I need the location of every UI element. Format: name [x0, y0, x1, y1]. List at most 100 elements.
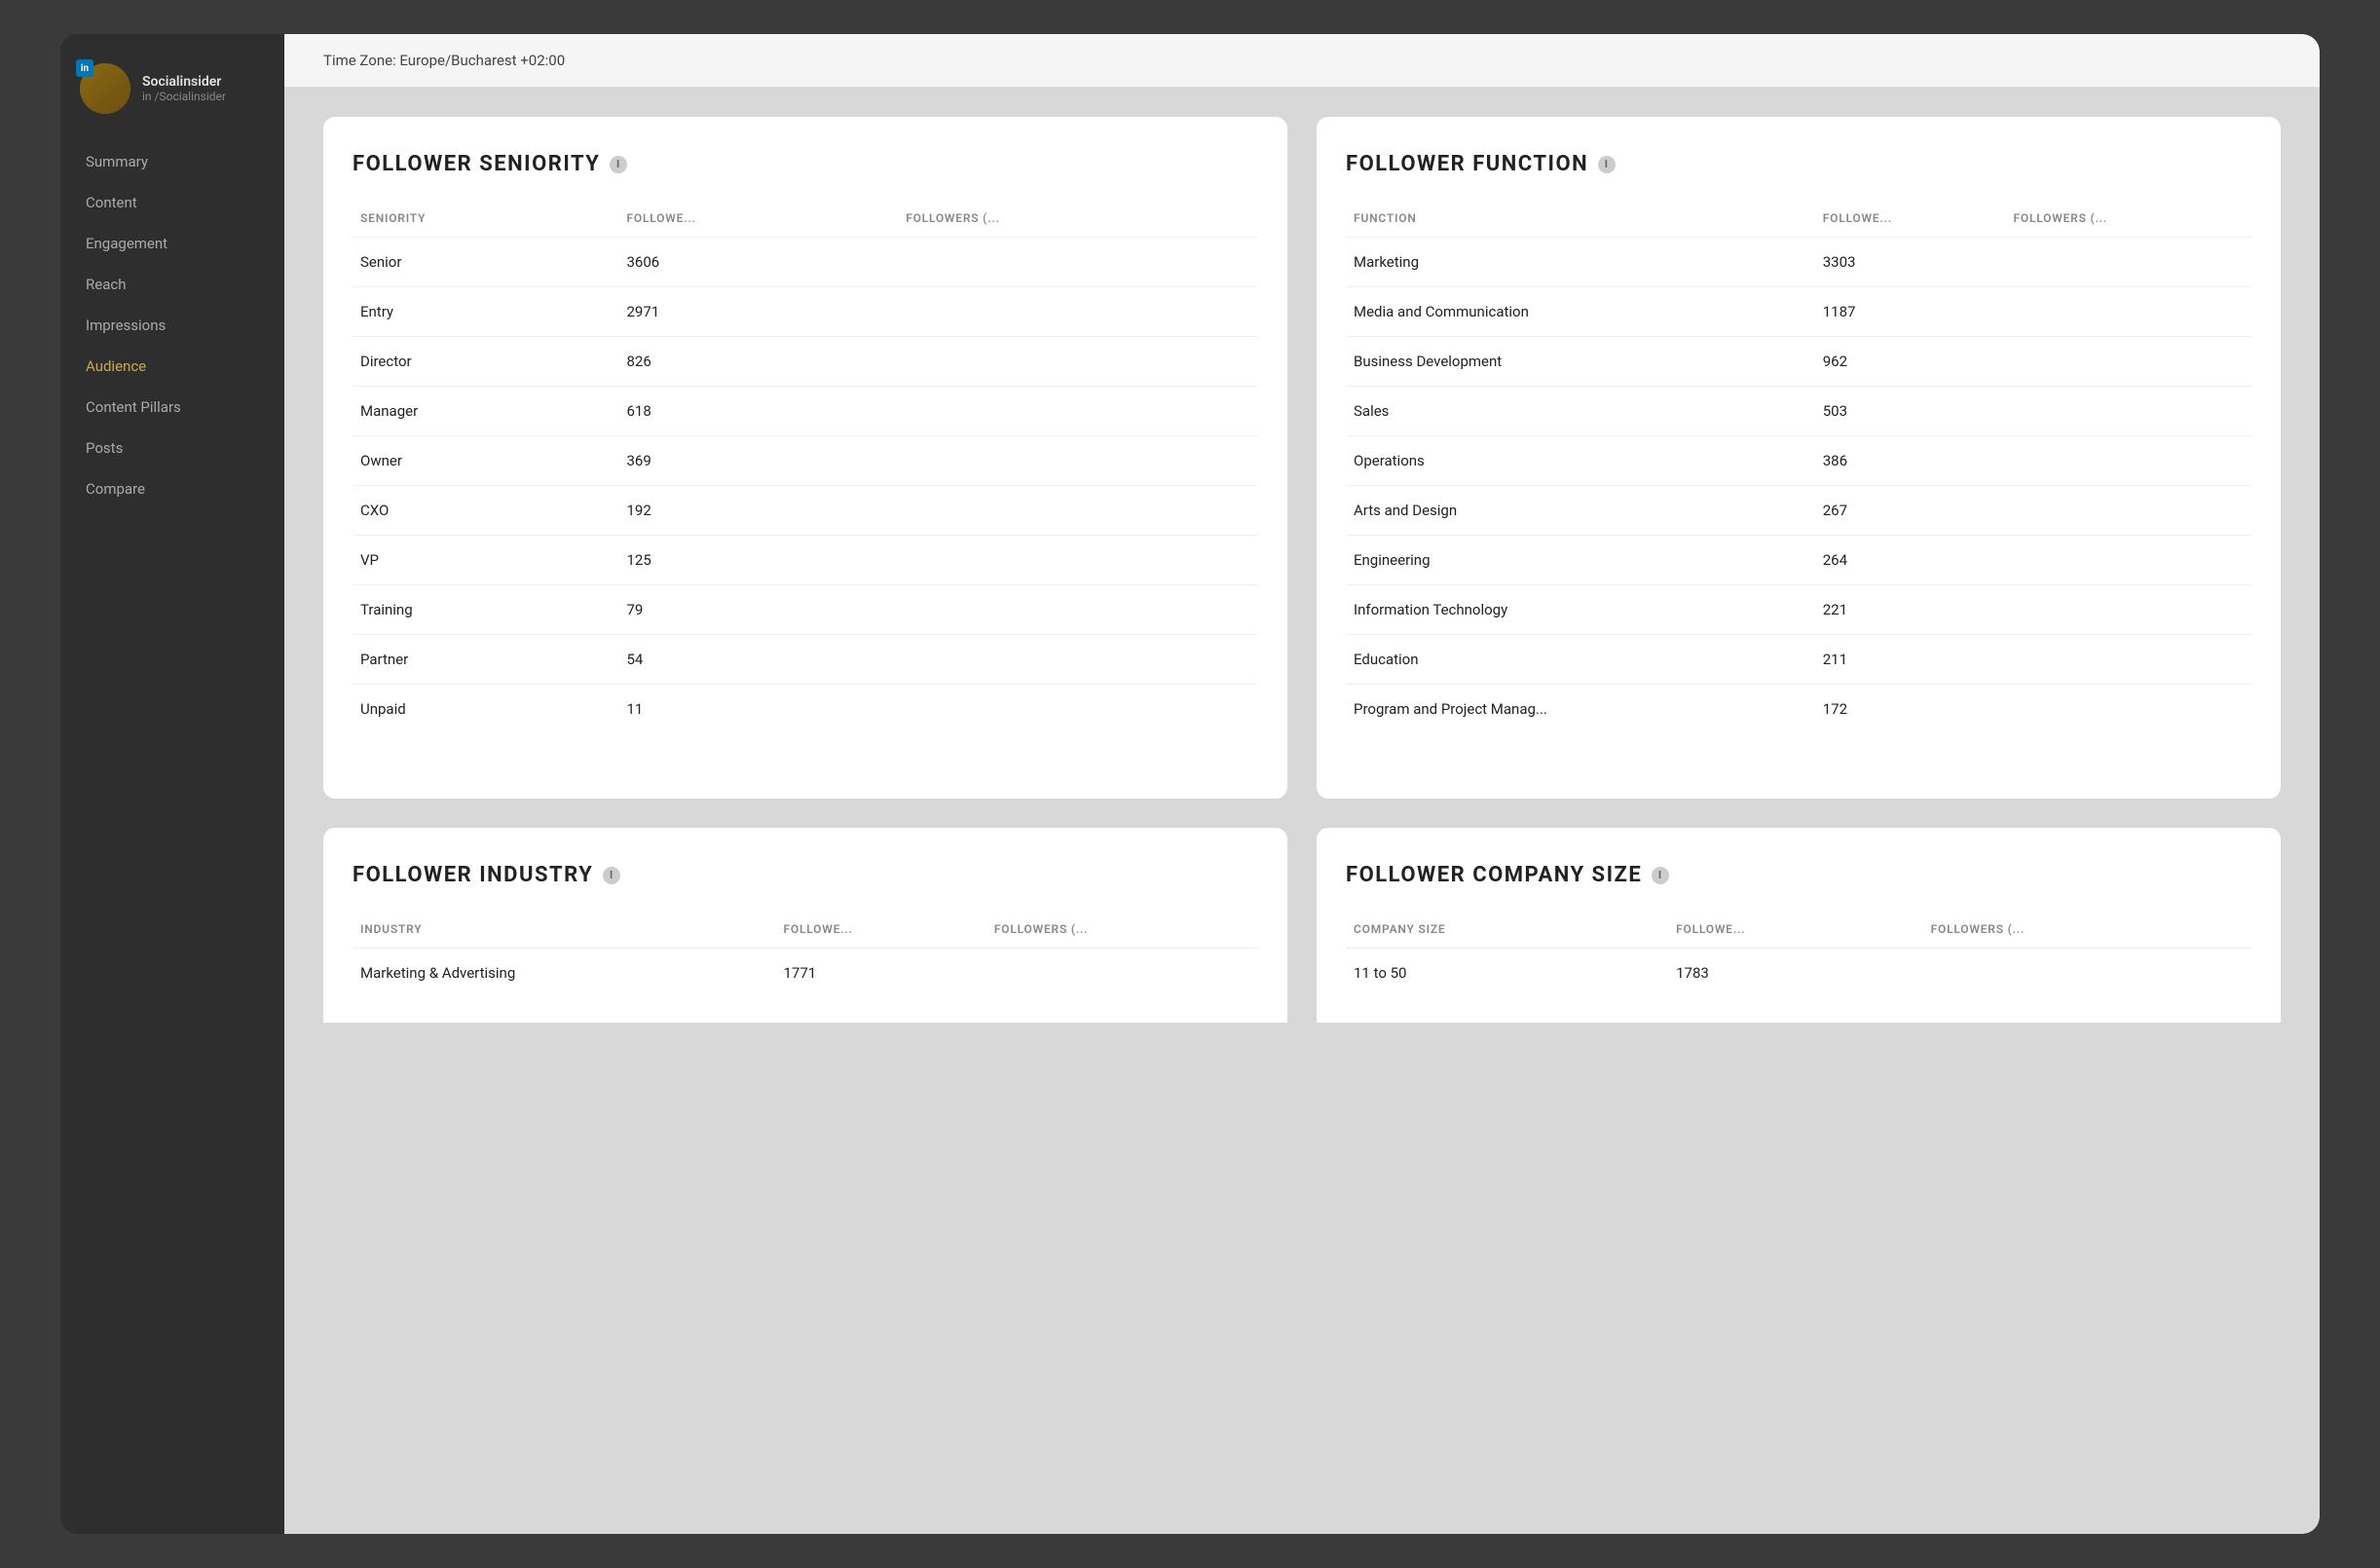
- function-label: Sales: [1346, 387, 1815, 436]
- follower-company-size-card: FOLLOWER COMPANY SIZE i COMPANY SIZE FOL…: [1317, 828, 2281, 1023]
- seniority-col-header: SENIORITY: [353, 204, 619, 238]
- function-count: 211: [1815, 635, 2006, 685]
- avatar-wrapper: in: [80, 63, 130, 114]
- company-size-followers-header: FOLLOWE...: [1668, 915, 1923, 949]
- follower-seniority-title: FOLLOWER SENIORITY i: [353, 152, 1258, 176]
- linkedin-badge: in: [76, 59, 93, 77]
- seniority-label: Unpaid: [353, 685, 619, 734]
- function-label: Arts and Design: [1346, 486, 1815, 536]
- timezone-label: Time Zone: Europe/Bucharest +02:00: [323, 52, 565, 69]
- function-info-icon[interactable]: i: [1598, 156, 1616, 173]
- table-row: Senior 3606: [353, 238, 1258, 287]
- company-size-pct-header: FOLLOWERS (...: [1923, 915, 2251, 949]
- function-pct: [2006, 238, 2252, 287]
- industry-pct-header: FOLLOWERS (...: [986, 915, 1258, 949]
- seniority-pct-header: FOLLOWERS (...: [898, 204, 1258, 238]
- seniority-pct: [898, 635, 1258, 685]
- industry-table: INDUSTRY FOLLOWE... FOLLOWERS (... Marke…: [353, 915, 1258, 997]
- function-pct: [2006, 287, 2252, 337]
- table-row: Business Development 962: [1346, 337, 2251, 387]
- table-row: Program and Project Manag... 172: [1346, 685, 2251, 734]
- table-row: Manager 618: [353, 387, 1258, 436]
- seniority-pct: [898, 436, 1258, 486]
- function-label: Education: [1346, 635, 1815, 685]
- content-area: FOLLOWER SENIORITY i SENIORITY FOLLOWE..…: [284, 88, 2320, 1534]
- seniority-pct: [898, 238, 1258, 287]
- seniority-pct: [898, 685, 1258, 734]
- table-row: Entry 2971: [353, 287, 1258, 337]
- company-size-label: 11 to 50: [1346, 949, 1668, 998]
- seniority-label: Director: [353, 337, 619, 387]
- industry-label: Marketing & Advertising: [353, 949, 776, 998]
- profile-section: in Socialinsider in /Socialinsider: [60, 63, 284, 143]
- function-pct: [2006, 635, 2252, 685]
- function-label: Marketing: [1346, 238, 1815, 287]
- company-size-info-icon[interactable]: i: [1652, 867, 1669, 884]
- function-count: 221: [1815, 585, 2006, 635]
- follower-seniority-card: FOLLOWER SENIORITY i SENIORITY FOLLOWE..…: [323, 117, 1287, 799]
- function-pct: [2006, 585, 2252, 635]
- table-row: Training 79: [353, 585, 1258, 635]
- industry-count: 1771: [776, 949, 986, 998]
- follower-industry-card: FOLLOWER INDUSTRY i INDUSTRY FOLLOWE... …: [323, 828, 1287, 1023]
- seniority-count: 125: [619, 536, 899, 585]
- table-row: Arts and Design 267: [1346, 486, 2251, 536]
- app-container: in Socialinsider in /Socialinsider Summa…: [60, 34, 2320, 1534]
- function-count: 3303: [1815, 238, 2006, 287]
- sidebar-item-content[interactable]: Content: [70, 184, 275, 221]
- sidebar-item-content-pillars[interactable]: Content Pillars: [70, 389, 275, 426]
- function-count: 386: [1815, 436, 2006, 486]
- timezone-bar: Time Zone: Europe/Bucharest +02:00: [284, 34, 2320, 88]
- function-count: 503: [1815, 387, 2006, 436]
- function-label: Business Development: [1346, 337, 1815, 387]
- sidebar-item-reach[interactable]: Reach: [70, 266, 275, 303]
- main-content: Time Zone: Europe/Bucharest +02:00 FOLLO…: [284, 34, 2320, 1534]
- follower-company-size-title: FOLLOWER COMPANY SIZE i: [1346, 863, 2251, 887]
- seniority-followers-header: FOLLOWE...: [619, 204, 899, 238]
- seniority-count: 3606: [619, 238, 899, 287]
- table-row: Operations 386: [1346, 436, 2251, 486]
- seniority-pct: [898, 585, 1258, 635]
- function-pct: [2006, 436, 2252, 486]
- table-row: Director 826: [353, 337, 1258, 387]
- sidebar-item-impressions[interactable]: Impressions: [70, 307, 275, 344]
- function-pct: [2006, 387, 2252, 436]
- sidebar: in Socialinsider in /Socialinsider Summa…: [60, 34, 284, 1534]
- seniority-count: 369: [619, 436, 899, 486]
- sidebar-nav: Summary Content Engagement Reach Impress…: [60, 143, 284, 507]
- seniority-count: 618: [619, 387, 899, 436]
- function-label: Media and Communication: [1346, 287, 1815, 337]
- function-label: Information Technology: [1346, 585, 1815, 635]
- seniority-label: Partner: [353, 635, 619, 685]
- sidebar-item-posts[interactable]: Posts: [70, 429, 275, 467]
- function-count: 267: [1815, 486, 2006, 536]
- seniority-count: 826: [619, 337, 899, 387]
- seniority-table: SENIORITY FOLLOWE... FOLLOWERS (... Seni…: [353, 204, 1258, 733]
- company-size-count: 1783: [1668, 949, 1923, 998]
- seniority-count: 54: [619, 635, 899, 685]
- industry-info-icon[interactable]: i: [603, 867, 620, 884]
- function-count: 962: [1815, 337, 2006, 387]
- table-row: Media and Communication 1187: [1346, 287, 2251, 337]
- seniority-label: Training: [353, 585, 619, 635]
- industry-col-header: INDUSTRY: [353, 915, 776, 949]
- table-row: Education 211: [1346, 635, 2251, 685]
- seniority-label: VP: [353, 536, 619, 585]
- sidebar-item-summary[interactable]: Summary: [70, 143, 275, 180]
- seniority-count: 11: [619, 685, 899, 734]
- seniority-pct: [898, 337, 1258, 387]
- table-row: CXO 192: [353, 486, 1258, 536]
- sidebar-item-audience[interactable]: Audience: [70, 348, 275, 385]
- table-row: Partner 54: [353, 635, 1258, 685]
- table-row: Engineering 264: [1346, 536, 2251, 585]
- profile-info: Socialinsider in /Socialinsider: [142, 74, 226, 103]
- seniority-info-icon[interactable]: i: [610, 156, 627, 173]
- sidebar-item-compare[interactable]: Compare: [70, 470, 275, 507]
- industry-followers-header: FOLLOWE...: [776, 915, 986, 949]
- company-size-pct: [1923, 949, 2251, 998]
- seniority-count: 2971: [619, 287, 899, 337]
- table-row: VP 125: [353, 536, 1258, 585]
- sidebar-item-engagement[interactable]: Engagement: [70, 225, 275, 262]
- table-row: Owner 369: [353, 436, 1258, 486]
- function-count: 264: [1815, 536, 2006, 585]
